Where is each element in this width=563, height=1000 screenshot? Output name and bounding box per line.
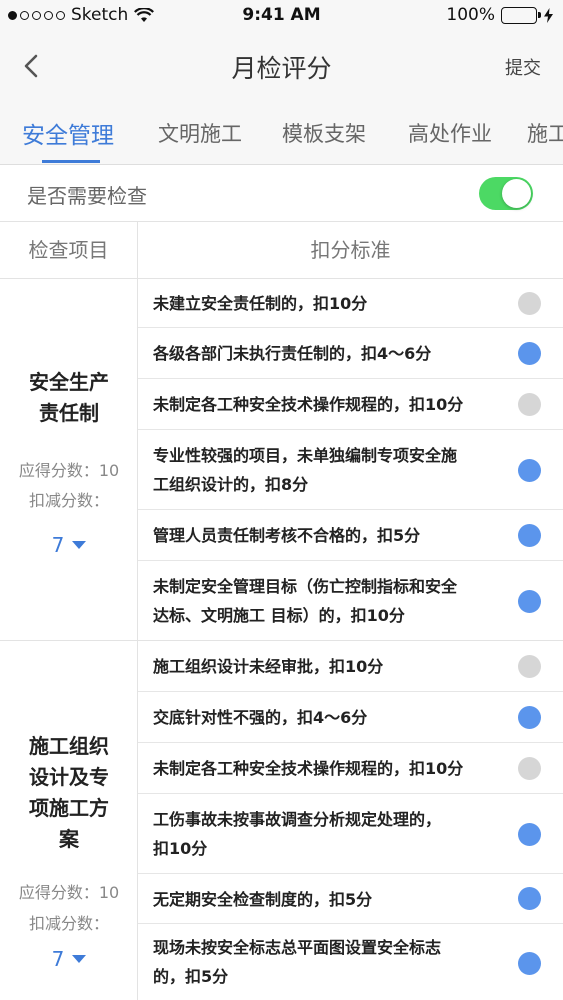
battery-percent: 100% xyxy=(446,5,495,25)
deduct-score-value: 7 xyxy=(51,947,65,971)
table-header: 检查项目 扣分标准 xyxy=(0,222,563,279)
criteria-row[interactable]: 各级各部门未执行责任制的，扣4～6分 xyxy=(138,328,563,379)
status-bar: Sketch 9:41 AM 100% xyxy=(0,0,563,32)
criteria-row[interactable]: 交底针对性不强的，扣4～6分 xyxy=(138,692,563,743)
submit-button[interactable]: 提交 xyxy=(505,54,541,80)
tab-formwork-support[interactable]: 模板支架 xyxy=(282,118,366,148)
radio-checked-icon[interactable] xyxy=(518,887,541,910)
check-group-safety-responsibility: 安全生产 责任制 应得分数：10 扣减分数： 7 未建立安全责任制的，扣10分 … xyxy=(0,279,563,641)
criteria-text: 工伤事故未按事故调查分析规定处理的， 扣10分 xyxy=(153,810,442,858)
battery-icon xyxy=(501,6,541,24)
deduct-score-value: 7 xyxy=(51,533,65,557)
radio-unchecked-icon[interactable] xyxy=(518,757,541,780)
radio-checked-icon[interactable] xyxy=(518,459,541,482)
radio-checked-icon[interactable] xyxy=(518,706,541,729)
category-tabs: 安全管理 文明施工 模板支架 高处作业 施工 xyxy=(0,100,563,165)
criteria-text: 未制定各工种安全技术操作规程的，扣10分 xyxy=(153,759,464,778)
criteria-row[interactable]: 未制定各工种安全技术操作规程的，扣10分 xyxy=(138,379,563,430)
radio-checked-icon[interactable] xyxy=(518,952,541,975)
page-title: 月检评分 xyxy=(231,54,332,83)
inspection-toggle-row: 是否需要检查 xyxy=(0,165,563,222)
criteria-text: 无定期安全检查制度的，扣5分 xyxy=(153,890,373,909)
tab-safety-management[interactable]: 安全管理 xyxy=(22,116,114,150)
criteria-row[interactable]: 未制定各工种安全技术操作规程的，扣10分 xyxy=(138,743,563,794)
chevron-down-icon xyxy=(72,540,87,549)
criteria-text: 管理人员责任制考核不合格的，扣5分 xyxy=(153,526,421,545)
group-name: 安全生产 责任制 xyxy=(29,370,109,425)
radio-checked-icon[interactable] xyxy=(518,524,541,547)
group-full-score: 应得分数：10 xyxy=(18,461,120,480)
inspection-toggle-label: 是否需要检查 xyxy=(27,184,147,208)
criteria-text: 未建立安全责任制的，扣10分 xyxy=(153,294,368,313)
inspection-toggle-switch[interactable] xyxy=(479,177,533,210)
deduct-score-dropdown[interactable]: 7 xyxy=(0,533,138,557)
radio-unchecked-icon[interactable] xyxy=(518,655,541,678)
tab-civilized-construction[interactable]: 文明施工 xyxy=(158,118,242,148)
group-deduct-label: 扣减分数： xyxy=(28,491,109,510)
check-group-construction-design: 施工组织 设计及专 项施工方 案 应得分数：10 扣减分数： 7 施工组织设计未… xyxy=(0,641,563,1000)
nav-bar: 月检评分 提交 xyxy=(0,32,563,100)
criteria-text: 未制定安全管理目标（伤亡控制指标和安全 达标、文明施工 目标）的，扣10分 xyxy=(153,577,458,625)
criteria-row[interactable]: 施工组织设计未经审批，扣10分 xyxy=(138,641,563,692)
criteria-text: 现场未按安全标志总平面图设置安全标志 的，扣5分 xyxy=(153,938,442,986)
charging-icon xyxy=(544,7,553,23)
radio-unchecked-icon[interactable] xyxy=(518,292,541,315)
criteria-text: 未制定各工种安全技术操作规程的，扣10分 xyxy=(153,395,464,414)
criteria-text: 交底针对性不强的，扣4～6分 xyxy=(153,708,368,727)
criteria-row[interactable]: 未制定安全管理目标（伤亡控制指标和安全 达标、文明施工 目标）的，扣10分 xyxy=(138,561,563,641)
group-info: 安全生产 责任制 应得分数：10 扣减分数： 7 xyxy=(0,279,138,640)
criteria-row[interactable]: 专业性较强的项目，未单独编制专项安全施 工组织设计的，扣8分 xyxy=(138,430,563,510)
criteria-row[interactable]: 无定期安全检查制度的，扣5分 xyxy=(138,874,563,924)
criteria-row[interactable]: 现场未按安全标志总平面图设置安全标志 的，扣5分 xyxy=(138,924,563,1000)
criteria-row[interactable]: 工伤事故未按事故调查分析规定处理的， 扣10分 xyxy=(138,794,563,874)
header-check-item: 检查项目 xyxy=(0,222,138,278)
battery-info: 100% xyxy=(446,5,553,25)
toggle-knob xyxy=(502,179,531,208)
criteria-row[interactable]: 管理人员责任制考核不合格的，扣5分 xyxy=(138,510,563,561)
chevron-down-icon xyxy=(72,954,87,963)
tab-work-at-height[interactable]: 高处作业 xyxy=(408,118,492,148)
group-info: 施工组织 设计及专 项施工方 案 应得分数：10 扣减分数： 7 xyxy=(0,641,138,1000)
radio-checked-icon[interactable] xyxy=(518,823,541,846)
header-deduction-criteria: 扣分标准 xyxy=(310,238,391,262)
radio-checked-icon[interactable] xyxy=(518,342,541,365)
criteria-text: 专业性较强的项目，未单独编制专项安全施 工组织设计的，扣8分 xyxy=(153,446,458,494)
group-name: 施工组织 设计及专 项施工方 案 xyxy=(29,734,109,851)
active-tab-indicator xyxy=(42,160,100,163)
criteria-text: 各级各部门未执行责任制的，扣4～6分 xyxy=(153,344,432,363)
radio-checked-icon[interactable] xyxy=(518,590,541,613)
group-deduct-label: 扣减分数： xyxy=(28,914,109,933)
radio-unchecked-icon[interactable] xyxy=(518,393,541,416)
deduct-score-dropdown[interactable]: 7 xyxy=(0,947,138,971)
tab-construction[interactable]: 施工 xyxy=(527,118,563,148)
group-full-score: 应得分数：10 xyxy=(18,883,120,902)
criteria-row[interactable]: 未建立安全责任制的，扣10分 xyxy=(138,279,563,328)
criteria-text: 施工组织设计未经审批，扣10分 xyxy=(153,657,384,676)
